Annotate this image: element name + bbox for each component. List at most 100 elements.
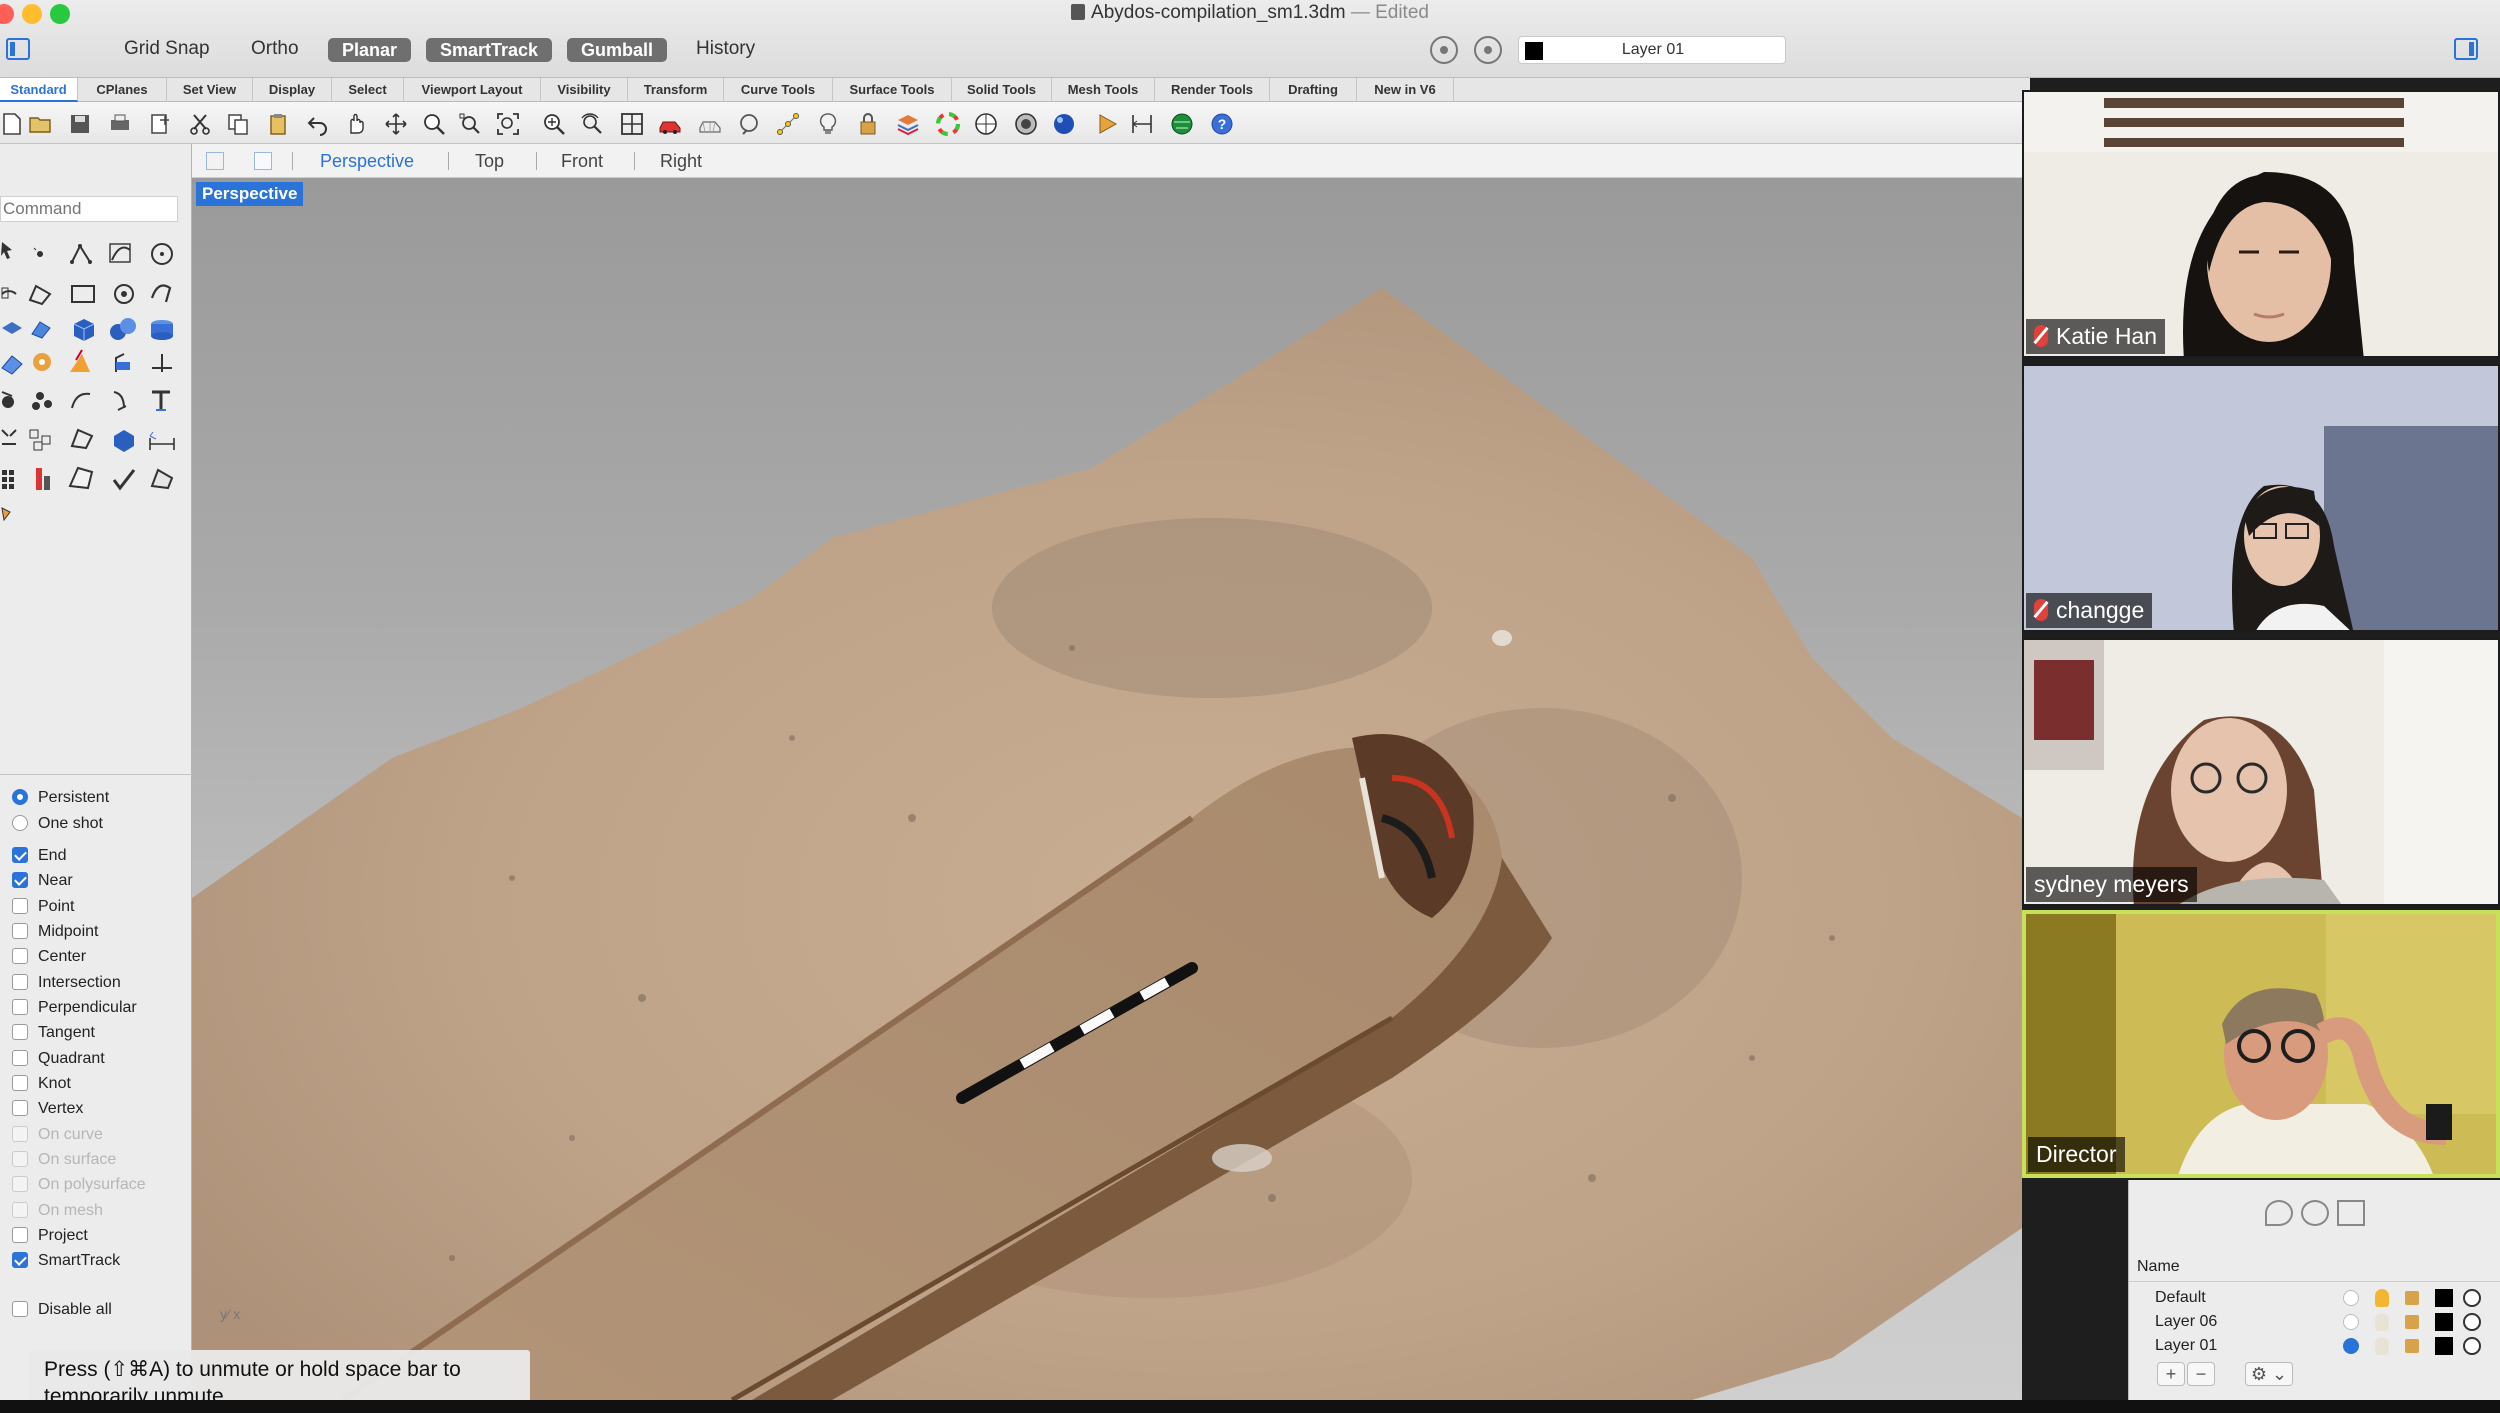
grid-array-icon[interactable]: [2, 470, 14, 489]
tab-visibility[interactable]: Visibility: [541, 78, 628, 102]
tab-viewport-layout[interactable]: Viewport Layout: [404, 78, 541, 102]
join-icon[interactable]: [32, 392, 52, 410]
search-layers-icon[interactable]: [2265, 1200, 2293, 1226]
rectangle-icon[interactable]: [71, 285, 95, 303]
save-icon[interactable]: [68, 112, 92, 136]
grid-snap-toggle[interactable]: Grid Snap: [124, 38, 210, 60]
undo-icon[interactable]: [306, 112, 330, 136]
current-layer-dropdown[interactable]: Layer 01: [1518, 36, 1786, 64]
participant-tile-katie-han[interactable]: Katie Han: [2022, 90, 2500, 358]
zoom-extents-icon[interactable]: [496, 112, 520, 136]
participant-tile-director[interactable]: Director: [2022, 910, 2500, 1178]
shell-icon[interactable]: [150, 468, 174, 490]
record-history-icon[interactable]: [1430, 36, 1458, 64]
surface-icon[interactable]: [2, 322, 22, 334]
participant-tile-changge[interactable]: changge: [2022, 364, 2500, 632]
tab-surface-tools[interactable]: Surface Tools: [833, 78, 952, 102]
check-icon[interactable]: [112, 469, 136, 491]
tab-drafting[interactable]: Drafting: [1270, 78, 1357, 102]
copy-icon[interactable]: [226, 112, 250, 136]
osnap-vertex-checkbox[interactable]: Vertex: [12, 1100, 83, 1122]
tab-solid-tools[interactable]: Solid Tools: [952, 78, 1052, 102]
current-layer-radio[interactable]: [2343, 1338, 2359, 1354]
named-view-icon[interactable]: [1096, 112, 1120, 136]
trim-icon[interactable]: [115, 353, 130, 372]
script-icon[interactable]: [1, 507, 11, 522]
layer-material-icon[interactable]: [2463, 1337, 2481, 1355]
boolean-icon[interactable]: [110, 318, 136, 340]
layer-row-default[interactable]: Default: [2129, 1286, 2500, 1310]
print-icon[interactable]: [108, 112, 132, 136]
single-viewport-icon[interactable]: [254, 152, 272, 170]
command-input[interactable]: [0, 196, 178, 222]
pan-hand-icon[interactable]: [344, 112, 368, 136]
array-icon[interactable]: [1, 429, 17, 445]
layer-options-button[interactable]: ⚙ ⌄: [2245, 1362, 2293, 1386]
text-icon[interactable]: [152, 390, 170, 411]
zoom-dynamic-icon[interactable]: [422, 112, 446, 136]
tab-new-in-v6[interactable]: New in V6: [1357, 78, 1454, 102]
paste-icon[interactable]: [266, 112, 290, 136]
split-icon[interactable]: [152, 354, 172, 372]
render-icon[interactable]: [1052, 112, 1076, 136]
osnap-center-checkbox[interactable]: Center: [12, 948, 86, 970]
freeform-icon[interactable]: [150, 284, 172, 303]
group-icon[interactable]: [29, 429, 51, 451]
light-bulb-icon[interactable]: [816, 112, 840, 136]
solid-icon[interactable]: [114, 430, 134, 452]
fillet-icon[interactable]: [70, 349, 90, 372]
tab-cplanes[interactable]: CPlanes: [78, 78, 167, 102]
remove-layer-button[interactable]: −: [2187, 1362, 2215, 1386]
mesh-icon[interactable]: [33, 353, 51, 371]
layer-row-layer-01[interactable]: Layer 01: [2129, 1334, 2500, 1358]
osnap-tangent-checkbox[interactable]: Tangent: [12, 1024, 95, 1046]
polyline-icon[interactable]: [70, 243, 92, 264]
box-icon[interactable]: [73, 319, 95, 341]
rotate-view-icon[interactable]: [580, 112, 604, 136]
perspective-viewport[interactable]: Perspective y⁄ x: [192, 178, 2022, 1400]
rotate-icon[interactable]: [1, 391, 14, 408]
viewport-title-label[interactable]: Perspective: [196, 182, 304, 206]
tab-standard[interactable]: Standard: [0, 78, 78, 102]
tab-mesh-tools[interactable]: Mesh Tools: [1052, 78, 1155, 102]
osnap-intersection-checkbox[interactable]: Intersection: [12, 974, 121, 996]
globe-icon[interactable]: [1170, 112, 1194, 136]
ellipse-icon[interactable]: [28, 284, 52, 306]
planar-toggle[interactable]: Planar: [328, 38, 412, 62]
new-file-icon[interactable]: [0, 112, 24, 136]
dimension-icon[interactable]: [1130, 112, 1154, 136]
tab-set-view[interactable]: Set View: [167, 78, 253, 102]
select-points-icon[interactable]: [776, 112, 800, 136]
object-properties-icon[interactable]: [738, 112, 762, 136]
filter-layers-icon[interactable]: [2301, 1200, 2329, 1226]
layer-properties-icon[interactable]: [896, 112, 920, 136]
offset-icon[interactable]: [71, 392, 91, 409]
osnap-disable-all-checkbox[interactable]: Disable all: [12, 1301, 112, 1323]
point-icon[interactable]: [33, 247, 43, 257]
osnap-persistent-option[interactable]: Persistent: [12, 789, 109, 811]
zoom-selected-icon[interactable]: [542, 112, 566, 136]
tab-curve-tools[interactable]: Curve Tools: [724, 78, 833, 102]
osnap-end-checkbox[interactable]: End: [12, 847, 66, 869]
circle-icon[interactable]: [151, 243, 173, 265]
layer-lock-icon[interactable]: [2405, 1291, 2419, 1305]
viewport-tab-front[interactable]: Front: [561, 151, 603, 172]
history-toggle[interactable]: History: [696, 38, 755, 60]
wireframe-car-icon[interactable]: [698, 112, 722, 136]
osnap-near-checkbox[interactable]: Near: [12, 872, 73, 894]
polygon-icon[interactable]: [114, 284, 134, 304]
project-curve-icon[interactable]: [68, 466, 94, 490]
sidebar-toggle-icon[interactable]: [6, 38, 30, 60]
viewport-tab-right[interactable]: Right: [660, 151, 702, 172]
car-render-icon[interactable]: [658, 112, 682, 136]
tab-render-tools[interactable]: Render Tools: [1155, 78, 1270, 102]
osnap-quadrant-checkbox[interactable]: Quadrant: [12, 1050, 105, 1072]
layer-row-layer-06[interactable]: Layer 06: [2129, 1310, 2500, 1334]
filter-icon[interactable]: [1474, 36, 1502, 64]
select-arrow-icon[interactable]: [1, 242, 12, 259]
layer-color-swatch[interactable]: [2435, 1313, 2453, 1331]
shaded-sphere-icon[interactable]: [974, 112, 998, 136]
cut-icon[interactable]: [188, 112, 212, 136]
layer-lock-icon[interactable]: [2405, 1339, 2419, 1353]
current-layer-radio[interactable]: [2343, 1290, 2359, 1306]
